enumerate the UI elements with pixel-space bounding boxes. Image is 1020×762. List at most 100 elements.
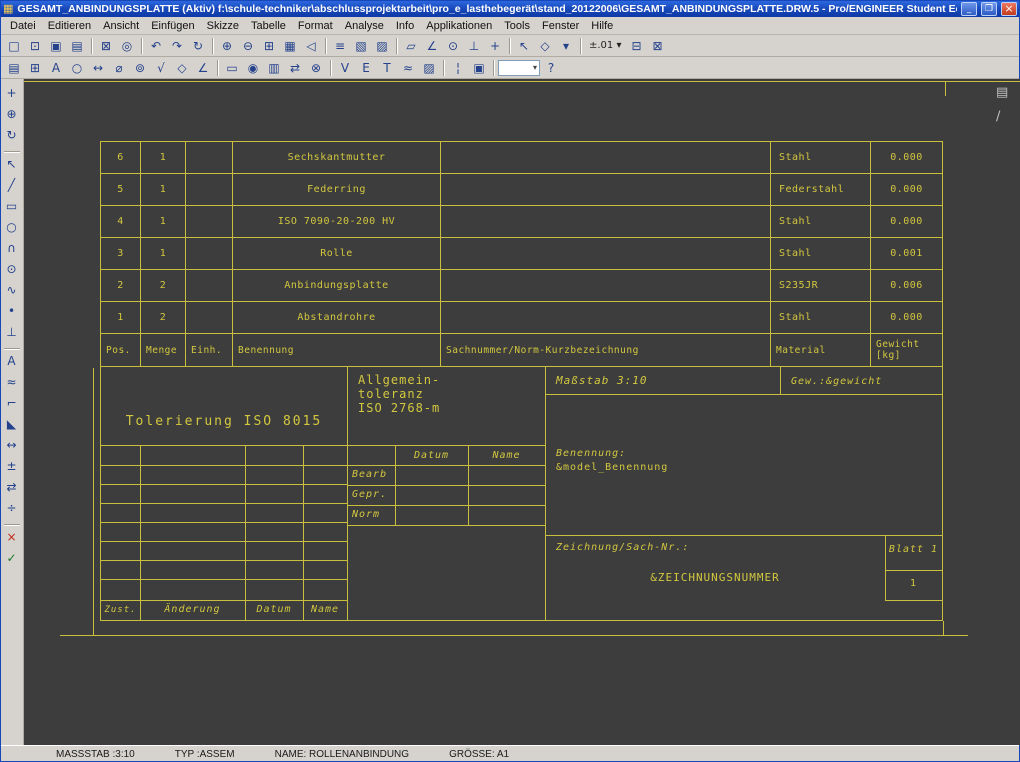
drawing-tree-icon[interactable]: ▨ <box>372 36 392 55</box>
bom-cell-sachnummer[interactable] <box>441 238 771 269</box>
menu-tools[interactable]: Tools <box>498 18 536 34</box>
bom-cell-benennung[interactable]: ISO 7090-20-200 HV <box>233 206 441 237</box>
rectangle-tool-icon[interactable]: ▭ <box>2 196 22 216</box>
bom-cell-pos[interactable]: 1 <box>101 302 141 333</box>
line-tool-icon[interactable]: ╱ <box>2 175 22 195</box>
delete-tool-icon[interactable]: × <box>2 527 22 547</box>
menu-format[interactable]: Format <box>292 18 339 34</box>
save-icon[interactable]: ▣ <box>46 36 66 55</box>
bom-row[interactable]: 3 1 Rolle Stahl 0.001 <box>101 238 942 270</box>
menu-skizze[interactable]: Skizze <box>201 18 245 34</box>
show-axes-icon[interactable]: ∠ <box>193 58 213 77</box>
bom-cell-material[interactable]: S235JR <box>771 270 871 301</box>
menu-fenster[interactable]: Fenster <box>536 18 585 34</box>
bom-row[interactable]: 4 1 ISO 7090-20-200 HV Stahl 0.000 <box>101 206 942 238</box>
bom-cell-menge[interactable]: 1 <box>141 142 186 173</box>
norm-label[interactable]: Norm <box>352 508 380 522</box>
redo-icon[interactable]: ↷ <box>167 36 187 55</box>
select-tool-icon[interactable]: ↖ <box>2 154 22 174</box>
bom-row[interactable]: 2 2 Anbindungsplatte S235JR 0.006 <box>101 270 942 302</box>
csys-toggle-icon[interactable]: ⊥ <box>464 36 484 55</box>
show-annotations-icon[interactable]: V <box>335 58 355 77</box>
mirror-tool-icon[interactable]: ⇄ <box>2 477 22 497</box>
bom-cell-menge[interactable]: 2 <box>141 270 186 301</box>
bom-cell-benennung[interactable]: Sechskantmutter <box>233 142 441 173</box>
bom-cell-gewicht[interactable]: 0.001 <box>871 238 942 269</box>
geometric-tolerance-icon[interactable]: ⊚ <box>130 58 150 77</box>
bom-cell-einh[interactable] <box>186 302 233 333</box>
bom-header-sachnummer[interactable]: Sachnummer/Norm-Kurzbezeichnung <box>441 334 771 366</box>
menu-datei[interactable]: Datei <box>4 18 42 34</box>
allgemeintoleranz-text[interactable]: Allgemein- toleranz ISO 2768-m <box>358 373 440 415</box>
grid-toggle-icon[interactable]: ⊟ <box>626 36 646 55</box>
menu-hilfe[interactable]: Hilfe <box>585 18 619 34</box>
open-file-icon[interactable]: ⊡ <box>25 36 45 55</box>
zeichnung-label[interactable]: Zeichnung/Sach-Nr.: <box>556 541 689 555</box>
spline-tool-icon[interactable]: ∿ <box>2 280 22 300</box>
bom-cell-menge[interactable]: 1 <box>141 206 186 237</box>
detail-view-icon[interactable]: ◉ <box>243 58 263 77</box>
bom-row[interactable]: 5 1 Federring Federstahl 0.000 <box>101 174 942 206</box>
annotation-mode-icon[interactable]: ◇ <box>535 36 555 55</box>
bom-cell-einh[interactable] <box>186 270 233 301</box>
bom-cell-material[interactable]: Stahl <box>771 206 871 237</box>
datum-point-toggle-icon[interactable]: ⊙ <box>443 36 463 55</box>
name-label[interactable]: Name <box>303 603 347 617</box>
bom-header-pos[interactable]: Pos. <box>101 334 141 366</box>
refit-icon[interactable]: ⊞ <box>259 36 279 55</box>
maximize-button[interactable]: ❐ <box>981 2 997 16</box>
menu-analyse[interactable]: Analyse <box>339 18 390 34</box>
aenderung-label[interactable]: Änderung <box>140 603 245 617</box>
datum-column-header[interactable]: Datum <box>395 449 468 463</box>
bom-cell-material[interactable]: Federstahl <box>771 174 871 205</box>
delete-icon[interactable]: ⊠ <box>96 36 116 55</box>
circle-tool-icon[interactable]: ○ <box>2 217 22 237</box>
bom-cell-pos[interactable]: 3 <box>101 238 141 269</box>
bom-cell-benennung[interactable]: Rolle <box>233 238 441 269</box>
use-edge-icon[interactable]: ⌐ <box>2 393 22 413</box>
point-tool-icon[interactable]: • <box>2 301 22 321</box>
done-icon[interactable]: ✓ <box>2 548 22 568</box>
datum-axis-toggle-icon[interactable]: ∠ <box>422 36 442 55</box>
sheet-setup-icon[interactable]: ▤ <box>4 58 24 77</box>
layer-manager-icon[interactable]: ≡ <box>330 36 350 55</box>
undo-icon[interactable]: ↶ <box>146 36 166 55</box>
benennung-value[interactable]: &model_Benennung <box>556 461 668 475</box>
title-block[interactable]: Tolerierung ISO 8015 Allgemein- toleranz… <box>100 366 943 621</box>
select-mode-icon[interactable]: ↖ <box>514 36 534 55</box>
drawing-tree-toggle-icon[interactable]: ▤ <box>996 85 1008 100</box>
bom-header-einh[interactable]: Einh. <box>186 334 233 366</box>
lock-view-icon[interactable]: ▣ <box>469 58 489 77</box>
zoom-out-icon[interactable]: ⊖ <box>238 36 258 55</box>
hatch-icon[interactable]: ▨ <box>419 58 439 77</box>
bom-cell-sachnummer[interactable] <box>441 206 771 237</box>
bom-cell-sachnummer[interactable] <box>441 270 771 301</box>
bom-cell-einh[interactable] <box>186 238 233 269</box>
move-view-icon[interactable]: ⇄ <box>285 58 305 77</box>
print-icon[interactable]: ▤ <box>67 36 87 55</box>
text-tool-icon[interactable]: A <box>2 351 22 371</box>
bom-cell-pos[interactable]: 4 <box>101 206 141 237</box>
zoom-in-icon[interactable]: ⊕ <box>217 36 237 55</box>
bearb-label[interactable]: Bearb <box>352 468 387 482</box>
bom-cell-benennung[interactable]: Federring <box>233 174 441 205</box>
menu-einfuegen[interactable]: Einfügen <box>145 18 200 34</box>
views-dropdown-icon[interactable]: ▾ <box>556 36 576 55</box>
datum-plane-toggle-icon[interactable]: ▱ <box>401 36 421 55</box>
gewicht-text[interactable]: Gew.:&gewicht <box>791 375 882 389</box>
dimension-icon[interactable]: ↔ <box>88 58 108 77</box>
snap-lines-icon[interactable]: ¦ <box>448 58 468 77</box>
spin-center-toggle-icon[interactable]: + <box>485 36 505 55</box>
bom-header-material[interactable]: Material <box>771 334 871 366</box>
bom-header-benennung[interactable]: Benennung <box>233 334 441 366</box>
help-icon[interactable]: ? <box>541 58 561 77</box>
text-style-icon[interactable]: T <box>377 58 397 77</box>
arc-tool-icon[interactable]: ∩ <box>2 238 22 258</box>
surface-finish-icon[interactable]: √ <box>151 58 171 77</box>
close-window-icon[interactable]: ⊠ <box>647 36 667 55</box>
blatt-label[interactable]: Blatt 1 <box>885 543 942 557</box>
balloon-note-icon[interactable]: ○ <box>67 58 87 77</box>
offset-tool-icon[interactable]: ≈ <box>2 372 22 392</box>
view-manager-icon[interactable]: ▧ <box>351 36 371 55</box>
bom-cell-material[interactable]: Stahl <box>771 302 871 333</box>
